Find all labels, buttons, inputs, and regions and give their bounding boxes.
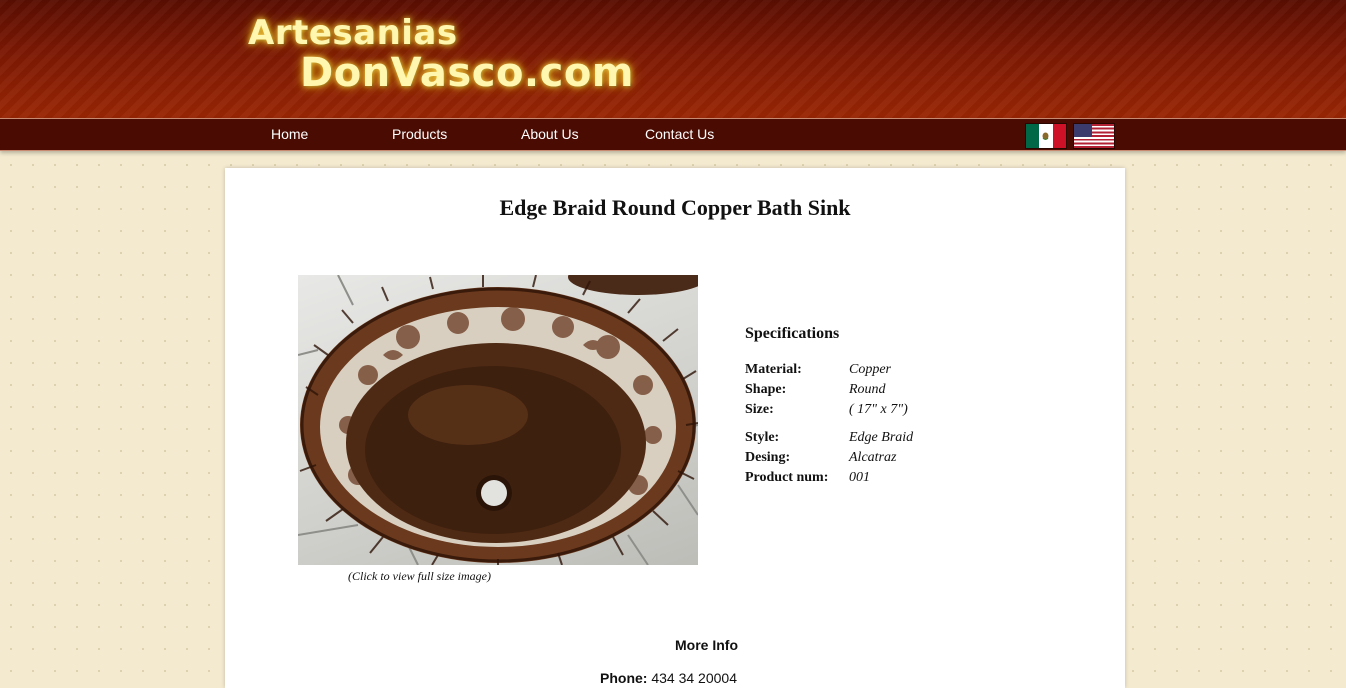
- logo-line-1: Artesanias: [248, 13, 458, 53]
- spec-label: Product num:: [745, 470, 829, 485]
- spec-value: ( 17" x 7"): [849, 402, 908, 417]
- nav-about-link[interactable]: About Us: [521, 126, 579, 142]
- spec-row-design: Desing: Alcatraz: [745, 450, 896, 466]
- phone-line: Phone: 434 34 20004: [600, 670, 737, 686]
- spec-label: Material:: [745, 362, 802, 377]
- usa-flag-icon[interactable]: [1073, 123, 1115, 149]
- site-logo[interactable]: Artesanias DonVasco.com: [248, 14, 634, 94]
- specifications-heading: Specifications: [745, 325, 840, 342]
- spec-label: Style:: [745, 430, 780, 445]
- spec-label: Size:: [745, 402, 774, 417]
- spec-label: Desing:: [745, 450, 791, 465]
- logo-line-2: DonVasco.com: [300, 50, 634, 96]
- product-title: Edge Braid Round Copper Bath Sink: [499, 195, 851, 220]
- nav-products-link[interactable]: Products: [392, 126, 447, 142]
- main-nav: Home Products About Us Contact Us: [0, 118, 1346, 151]
- spec-label: Shape:: [745, 382, 787, 397]
- nav-home-link[interactable]: Home: [271, 126, 308, 142]
- spec-row-shape: Shape: Round: [745, 382, 886, 398]
- spec-value: Round: [849, 382, 886, 397]
- product-panel: Edge Braid Round Copper Bath Sink (Click…: [225, 168, 1125, 688]
- product-image[interactable]: [298, 275, 698, 565]
- phone-label: Phone:: [600, 670, 648, 686]
- spec-value: Copper: [849, 362, 891, 377]
- spec-value: Alcatraz: [849, 450, 897, 465]
- phone-value: 434 34 20004: [651, 670, 737, 686]
- site-header: Artesanias DonVasco.com: [0, 0, 1346, 118]
- mexico-flag-icon[interactable]: [1025, 123, 1067, 149]
- spec-row-size: Size: ( 17" x 7"): [745, 402, 908, 418]
- spec-row-material: Material: Copper: [745, 362, 891, 378]
- spec-row-style: Style: Edge Braid: [745, 430, 913, 446]
- spec-value: 001: [849, 470, 870, 485]
- nav-contact-link[interactable]: Contact Us: [645, 126, 714, 142]
- spec-row-product-num: Product num: 001: [745, 470, 870, 486]
- image-caption: (Click to view full size image): [348, 569, 491, 583]
- spec-value: Edge Braid: [849, 430, 914, 445]
- more-info-heading: More Info: [675, 637, 738, 653]
